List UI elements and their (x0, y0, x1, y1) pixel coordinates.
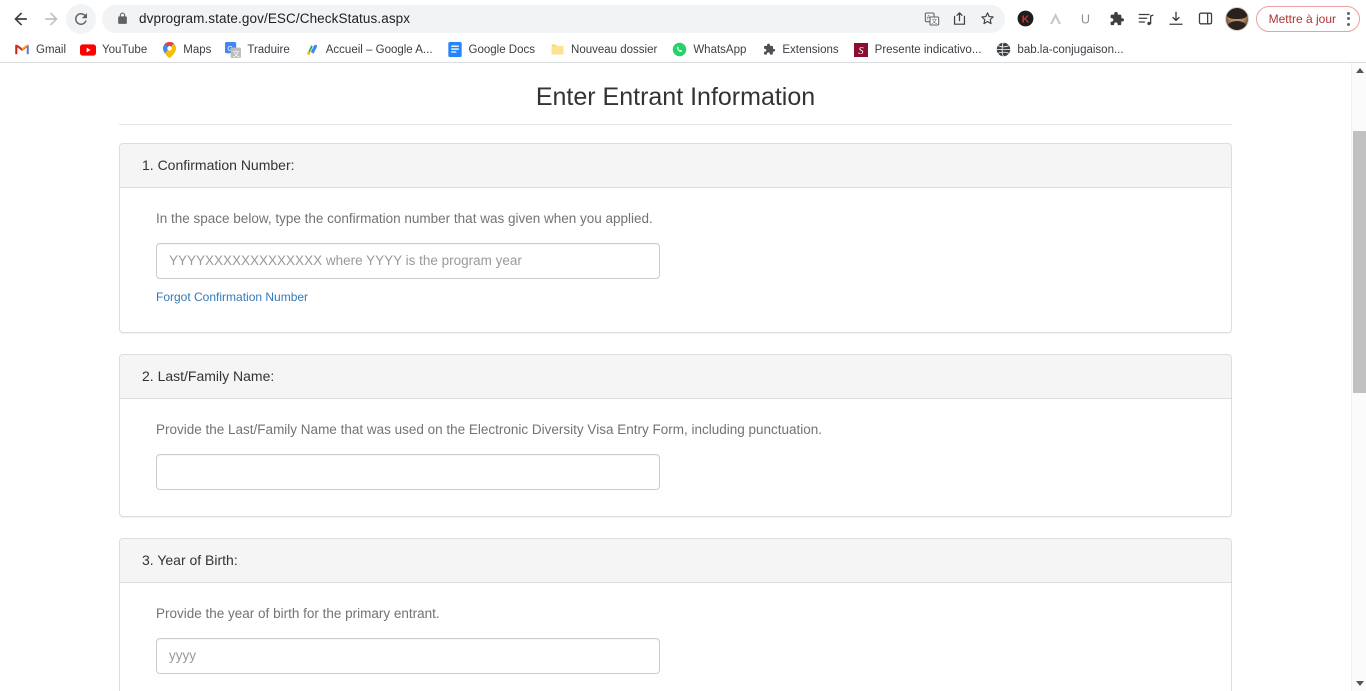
bookmark-label: Extensions (782, 43, 839, 56)
bookmark-label: Maps (183, 43, 212, 56)
scrollbar-down-arrow-icon[interactable] (1352, 676, 1366, 691)
bookmark-youtube[interactable]: YouTube (74, 40, 155, 60)
youtube-icon (80, 42, 97, 58)
year-of-birth-input[interactable] (156, 637, 660, 674)
puzzle-icon (760, 42, 776, 58)
scrollbar-up-arrow-icon[interactable] (1352, 63, 1366, 78)
extension-icons: K U Mettre à jour (1011, 4, 1360, 34)
bookmark-bab-la-conjugaison[interactable]: bab.la-conjugaison... (989, 40, 1131, 60)
bookmark-gmail[interactable]: Gmail (8, 40, 74, 60)
lock-icon (116, 12, 129, 25)
bookmark-label: WhatsApp (693, 43, 747, 56)
kaspersky-extension-icon[interactable]: K (1011, 4, 1041, 34)
forgot-confirmation-number-link[interactable]: Forgot Confirmation Number (156, 290, 308, 304)
folder-icon (549, 42, 565, 58)
bookmark-label: Accueil – Google A... (325, 43, 433, 56)
panel-body: Provide the year of birth for the primar… (120, 583, 1231, 691)
address-bar-url: dvprogram.state.gov/ESC/CheckStatus.aspx (139, 11, 411, 26)
page-viewport: Enter Entrant Information 1. Confirmatio… (0, 63, 1366, 691)
side-panel-icon[interactable] (1191, 4, 1221, 34)
bookmark-label: Traduire (247, 43, 290, 56)
bookmark-presente-indicativo[interactable]: S Presente indicativo... (847, 40, 990, 60)
gmail-icon (14, 42, 30, 58)
extensions-puzzle-icon[interactable] (1101, 4, 1131, 34)
update-button-label: Mettre à jour (1268, 11, 1336, 26)
page-content: Enter Entrant Information 1. Confirmatio… (0, 63, 1351, 691)
vertical-scrollbar[interactable] (1351, 63, 1366, 691)
panel-last-family-name: 2. Last/Family Name: Provide the Last/Fa… (119, 353, 1232, 517)
translate-icon[interactable]: A 文 (919, 6, 945, 32)
bookmark-maps[interactable]: Maps (155, 40, 219, 60)
omnibox-actions: A 文 (919, 6, 1001, 32)
google-docs-icon (447, 42, 463, 58)
title-divider (119, 124, 1232, 125)
bookmark-label: Presente indicativo... (874, 43, 982, 56)
panel-heading: 3. Year of Birth: (120, 538, 1231, 583)
bookmark-star-icon[interactable] (975, 6, 1001, 32)
s-letter-icon: S (853, 42, 869, 58)
bookmark-nouveau-dossier[interactable]: Nouveau dossier (543, 40, 665, 60)
bookmark-label: Google Docs (468, 43, 536, 56)
bookmark-google-docs[interactable]: Google Docs (441, 40, 543, 60)
browser-toolbar: dvprogram.state.gov/ESC/CheckStatus.aspx… (0, 0, 1366, 37)
downloads-icon[interactable] (1161, 4, 1191, 34)
panel-confirmation-number: 1. Confirmation Number: In the space bel… (119, 143, 1232, 333)
maps-icon (161, 41, 177, 58)
avast-extension-icon[interactable] (1041, 4, 1071, 34)
year-of-birth-description: Provide the year of birth for the primar… (156, 605, 440, 621)
bookmark-traduire[interactable]: G 文 Traduire (219, 40, 297, 60)
globe-icon (995, 42, 1011, 58)
bookmark-accueil-google-analytics[interactable]: Accueil – Google A... (298, 40, 441, 60)
forward-arrow-icon (45, 11, 58, 26)
chrome-menu-icon[interactable] (1344, 11, 1353, 26)
grammarly-extension-icon[interactable]: U (1071, 4, 1101, 34)
google-translate-icon: G 文 (225, 41, 242, 58)
address-bar[interactable]: dvprogram.state.gov/ESC/CheckStatus.aspx… (102, 4, 1005, 33)
reload-icon (74, 12, 87, 25)
panel-year-of-birth: 3. Year of Birth: Provide the year of bi… (119, 537, 1232, 691)
svg-text:S: S (858, 45, 864, 56)
bookmark-label: bab.la-conjugaison... (1017, 43, 1124, 56)
back-arrow-icon (14, 11, 27, 26)
last-family-name-description: Provide the Last/Family Name that was us… (156, 421, 823, 437)
svg-text:K: K (1022, 14, 1030, 25)
forward-button[interactable] (36, 4, 66, 34)
share-icon[interactable] (947, 6, 973, 32)
svg-text:文: 文 (233, 49, 240, 58)
page-title: Enter Entrant Information (535, 83, 816, 111)
panel-body: Provide the Last/Family Name that was us… (120, 399, 1231, 516)
bookmark-label: Nouveau dossier (571, 43, 658, 56)
bookmarks-bar: Gmail YouTube Maps G 文 Traduire Accueil … (0, 37, 1366, 62)
bookmark-label: Gmail (36, 43, 67, 56)
panel-body: In the space below, type the confirmatio… (120, 188, 1231, 332)
confirmation-number-description: In the space below, type the confirmatio… (156, 211, 653, 226)
back-button[interactable] (6, 4, 36, 34)
google-analytics-icon (304, 42, 320, 58)
profile-avatar[interactable] (1224, 6, 1249, 31)
reading-list-icon[interactable] (1131, 4, 1161, 34)
bookmark-label: YouTube (102, 43, 148, 56)
update-button[interactable]: Mettre à jour (1255, 5, 1360, 32)
panel-heading: 1. Confirmation Number: (120, 144, 1231, 188)
scrollbar-thumb[interactable] (1353, 131, 1366, 393)
confirmation-number-input[interactable] (156, 242, 660, 279)
panel-heading: 2. Last/Family Name: (120, 354, 1231, 399)
whatsapp-icon (671, 42, 687, 58)
bookmark-extensions[interactable]: Extensions (754, 40, 846, 60)
browser-chrome: dvprogram.state.gov/ESC/CheckStatus.aspx… (0, 0, 1366, 63)
last-family-name-input[interactable] (156, 453, 660, 490)
bookmark-whatsapp[interactable]: WhatsApp (665, 40, 754, 60)
svg-text:U: U (1081, 12, 1090, 26)
reload-button[interactable] (66, 3, 96, 34)
